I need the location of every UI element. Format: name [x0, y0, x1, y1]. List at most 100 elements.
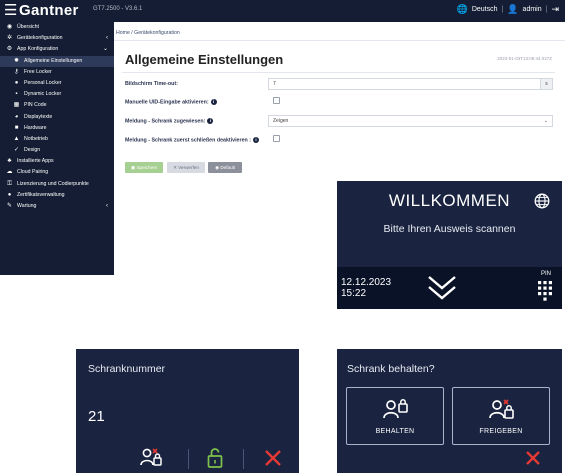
timeout-input[interactable]: 7 s [268, 78, 553, 90]
sidebar-item-uebersicht[interactable]: ◉ Übersicht [0, 22, 114, 33]
timeout-value: 7 [273, 81, 276, 87]
discard-button[interactable]: ✕ Verwerfen [167, 162, 205, 173]
sidebar-item-notbetrieb[interactable]: ▲ Notbetrieb [0, 134, 114, 145]
chevron-down-icon: ⌄ [102, 46, 108, 53]
info-icon[interactable]: i [252, 137, 259, 143]
close-icon[interactable] [264, 449, 282, 467]
person-icon: ● [14, 79, 19, 86]
sidebar-item-label: Personal Locker [24, 79, 62, 86]
uid-label-text: Manuelle UID-Eingabe aktivieren: [125, 99, 209, 106]
sidebar-item-allgemeine-einstellungen[interactable]: ✹ Allgemeine Einstellungen [0, 55, 114, 67]
assigned-value: Zeigen [273, 118, 289, 124]
sidebar-item-label: Zertifikatsverwaltung [17, 191, 65, 198]
info-icon[interactable]: i [210, 99, 217, 105]
chevron-left-icon: ‹ [106, 203, 108, 209]
sidebar-item-label: Dynamic Locker [24, 91, 62, 98]
keypad-icon: ▦ [13, 102, 20, 109]
sidebar-item-app-konfiguration[interactable]: ⚙ App Konfiguration ⌄ [0, 44, 114, 55]
welcome-bottom-bar: 12.12.2023 15:22 PIN [337, 267, 562, 309]
sidebar-item-installierte-apps[interactable]: ♣ Installierte Apps [0, 156, 114, 167]
settings-icon: ✲ [6, 35, 13, 42]
sidebar-item-hardware[interactable]: ■ Hardware [0, 123, 114, 134]
top-bar: ☰ Gantner GT7.2500 - V3.6.1 🌐 Deutsch | … [0, 0, 565, 22]
date-label: 12.12.2023 [341, 277, 392, 288]
version-label: GT7.2500 - V3.6.1 [93, 6, 143, 12]
welcome-screen: WILLKOMMEN Bitte Ihren Ausweis scannen 1… [337, 181, 562, 309]
user-menu[interactable]: admin [523, 6, 542, 13]
discard-button-label: Verwerfen [178, 165, 199, 170]
keep-title: Schrank behalten? [347, 363, 435, 375]
sidebar-item-displaytexte[interactable]: ◕ Displaytexte [0, 112, 114, 123]
keep-locker-icon [383, 399, 408, 419]
release-button[interactable]: FREIGEBEN [452, 387, 550, 445]
keep-button-label: BEHALTEN [375, 428, 415, 435]
dashboard-icon: ◉ [6, 24, 13, 30]
sliders-icon: ⚙ [6, 46, 13, 53]
close-icon[interactable] [525, 450, 541, 466]
user-area: 🌐 Deutsch | 👤 admin | ⇥ [457, 5, 559, 14]
key-icon: ⚷ [14, 68, 19, 75]
save-button[interactable]: ▣ Speichern [125, 162, 163, 173]
breadcrumb[interactable]: Home / Gerätekonfiguration [116, 30, 180, 36]
sidebar-item-design[interactable]: ✓ Design [0, 145, 114, 156]
sidebar-item-label: Design [24, 147, 41, 154]
text-icon: ◕ [14, 113, 19, 120]
sidebar-item-zertifikatsverwaltung[interactable]: ● Zertifikatsverwaltung [0, 190, 114, 201]
wrench-icon: ✎ [6, 203, 13, 209]
keep-button[interactable]: BEHALTEN [346, 387, 444, 445]
locker-number-screen: Schranknummer 21 [76, 349, 299, 473]
license-icon: ⚿ [7, 180, 12, 187]
double-chevron-down-icon[interactable] [425, 275, 459, 301]
sidebar-item-label: Free Locker [24, 68, 52, 75]
assigned-select[interactable]: Zeigen ⌄ [268, 115, 553, 127]
sidebar-item-geraetekonfiguration[interactable]: ✲ Gerätekonfiguration ‹ [0, 33, 114, 44]
info-icon[interactable]: i [207, 118, 214, 124]
default-button[interactable]: ◉ Default [208, 162, 242, 173]
sidebar-item-dynamic-locker[interactable]: ▪ Dynamic Locker [0, 89, 114, 100]
locker-number: 21 [88, 408, 105, 425]
sidebar-item-label: Wartung [17, 203, 37, 209]
globe-icon[interactable] [534, 193, 550, 209]
release-button-label: FREIGEBEN [479, 428, 523, 435]
divider [122, 72, 555, 73]
sidebar-item-lizenzierung[interactable]: ⚿ Lizenzierung und Codierpunkte [0, 179, 114, 190]
sidebar-item-wartung[interactable]: ✎ Wartung ‹ [0, 201, 114, 212]
cloud-icon: ☁ [6, 169, 13, 176]
divider [188, 449, 189, 469]
sidebar-item-personal-locker[interactable]: ● Personal Locker [0, 78, 114, 89]
page-title: Allgemeine Einstellungen [125, 52, 284, 67]
close-label: Meldung - Schrank zuerst schließen deakt… [125, 137, 259, 143]
timestamp: 2024-01-03T13:08:44.027Z [497, 56, 552, 61]
close-checkbox[interactable] [273, 135, 280, 142]
brush-icon: ✓ [13, 147, 20, 154]
uid-checkbox[interactable] [273, 97, 280, 104]
save-button-label: Speichern [136, 165, 158, 170]
chevron-left-icon: ‹ [106, 35, 108, 42]
sidebar-item-free-locker[interactable]: ⚷ Free Locker [0, 67, 114, 78]
sidebar-item-pin-code[interactable]: ▦ PIN Code [0, 100, 114, 111]
menu-icon[interactable]: ☰ [4, 2, 17, 19]
divider [243, 449, 244, 469]
keypad-icon[interactable] [538, 281, 552, 303]
time-label: 15:22 [341, 288, 367, 299]
date-time: 12.12.2023 15:22 [341, 277, 391, 299]
keep-locker-screen: Schrank behalten? BEHALTEN FREIGEBEN [337, 349, 562, 473]
release-locker-icon[interactable] [140, 446, 162, 468]
logout-icon[interactable]: ⇥ [551, 5, 559, 14]
chip-icon: ■ [14, 124, 19, 131]
welcome-title: WILLKOMMEN [388, 191, 511, 210]
sidebar-item-label: Lizenzierung und Codierpunkte [17, 180, 89, 187]
sidebar-item-cloud-pairing[interactable]: ☁ Cloud Pairing [0, 167, 114, 178]
sidebar-item-label: App Konfiguration [17, 46, 59, 53]
gear-icon: ✹ [13, 57, 20, 64]
unlock-icon[interactable] [207, 447, 223, 469]
globe-icon: 🌐 [456, 4, 468, 14]
release-locker-icon [489, 399, 514, 419]
language-selector[interactable]: Deutsch [472, 6, 498, 13]
sidebar-item-label: Allgemeine Einstellungen [24, 57, 83, 64]
apps-icon: ♣ [7, 158, 12, 165]
assigned-label-text: Meldung - Schrank zugewiesen: [125, 118, 206, 125]
certificate-icon: ● [7, 191, 12, 198]
assigned-label: Meldung - Schrank zugewiesen: i [125, 118, 214, 125]
unit-suffix: s [540, 79, 552, 89]
